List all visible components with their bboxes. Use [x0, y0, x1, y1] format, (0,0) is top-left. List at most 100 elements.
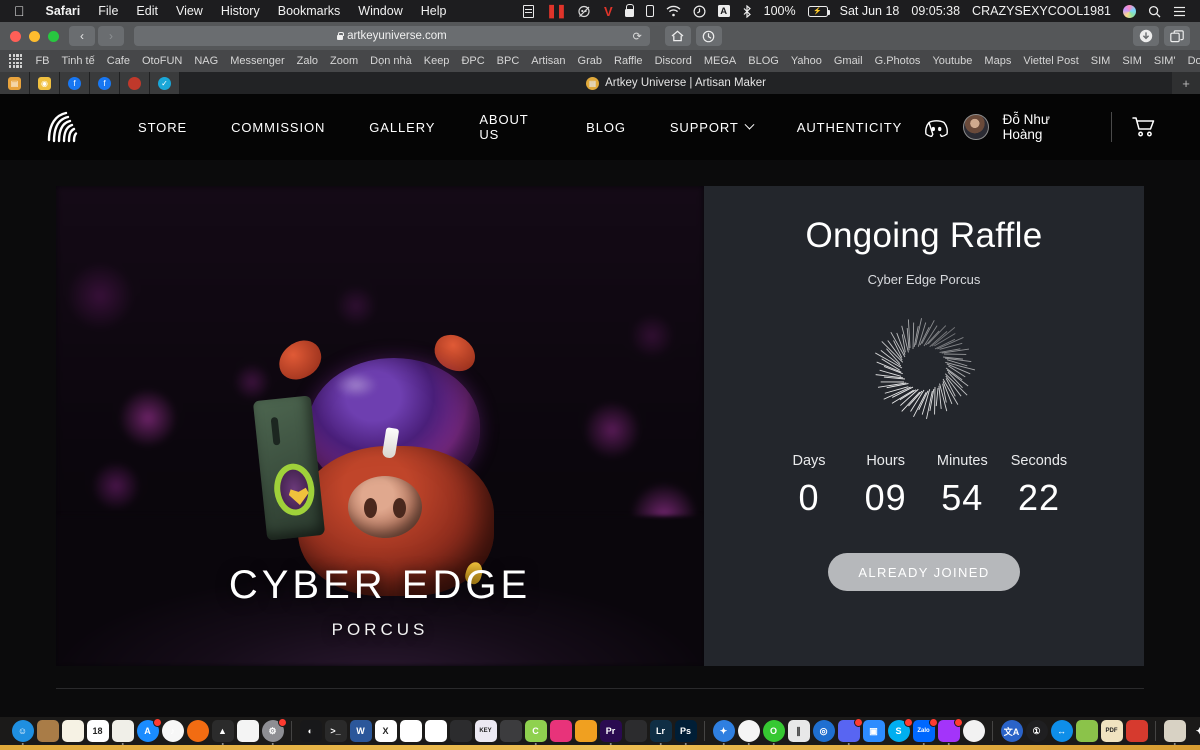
spotlight-search-icon[interactable] [1142, 5, 1167, 18]
dock-item-obs[interactable]: ◎ [812, 720, 835, 742]
dock-item-documents-folder[interactable] [1163, 720, 1186, 745]
dock-item-terminal[interactable]: >_ [324, 720, 347, 742]
dock-item-contacts[interactable] [36, 720, 59, 742]
pinned-tab-5[interactable] [120, 72, 150, 94]
dock-item-parallels[interactable]: ∥ [787, 720, 810, 742]
camera-off-icon[interactable] [572, 5, 598, 18]
dock-item-toolbox[interactable] [574, 720, 597, 742]
bookmark-otofun[interactable]: OtoFUN [136, 55, 188, 67]
dock-item-final-cut[interactable] [624, 720, 647, 742]
dock-item-skype[interactable]: S [887, 718, 913, 742]
artkey-fingerprint-logo[interactable] [44, 107, 84, 147]
pinned-tab-4[interactable]: f [90, 72, 120, 94]
dock-item-colors-app[interactable] [449, 720, 472, 742]
pinned-tab-6[interactable]: ✓ [150, 72, 180, 94]
dock-item-photos[interactable] [111, 720, 134, 745]
dock-item-messenger[interactable] [937, 718, 963, 745]
input-source-icon[interactable]: A [712, 5, 736, 17]
dock-item-outlook[interactable] [399, 720, 422, 742]
dock-item-discord[interactable] [837, 718, 863, 745]
dock-item-calendar[interactable]: 18 [86, 720, 109, 742]
dock-item-pages[interactable] [236, 720, 259, 742]
dock-item-chrome[interactable] [737, 720, 760, 745]
nav-link-commission[interactable]: COMMISSION [209, 120, 347, 135]
nav-link-authenticity[interactable]: AUTHENTICITY [775, 120, 924, 135]
cart-icon[interactable] [1132, 116, 1156, 138]
screen-record-icon[interactable] [517, 4, 540, 18]
new-tab-button[interactable]: + [1172, 72, 1200, 94]
pinned-tab-3[interactable]: f [60, 72, 90, 94]
bookmark-grab[interactable]: Grab [572, 55, 608, 67]
bookmark-gphotos[interactable]: G.Photos [869, 55, 927, 67]
dock-item-translate[interactable]: 文A [1000, 720, 1023, 742]
bookmark-maps[interactable]: Maps [978, 55, 1017, 67]
bookmark-discord[interactable]: Discord [649, 55, 698, 67]
apps-grid-icon[interactable] [9, 54, 23, 68]
tab-overview-icon[interactable] [1164, 26, 1190, 46]
dock-item-camtasia[interactable]: C [524, 720, 547, 745]
phone-icon[interactable] [640, 5, 660, 17]
history-icon[interactable] [695, 26, 722, 46]
menu-bar-username[interactable]: CRAZYSEXYCOOL1981 [966, 4, 1117, 18]
bookmark-cafe[interactable]: Cafe [101, 55, 136, 67]
bookmark-sim-2[interactable]: SIM [1116, 55, 1148, 67]
wifi-icon[interactable] [660, 5, 687, 17]
downloads-icon[interactable] [1133, 26, 1159, 46]
menu-item-file[interactable]: File [89, 4, 127, 18]
dock-item-excel[interactable]: X [374, 720, 397, 742]
globe-icon[interactable] [1117, 4, 1142, 18]
bookmark-tinhte[interactable]: Tinh tế [56, 55, 101, 67]
dock-item-mail-box[interactable] [1125, 720, 1148, 742]
bookmark-fb[interactable]: FB [29, 55, 55, 67]
dock-item-bluetooth-share[interactable]: ✦ [1188, 720, 1200, 742]
bookmark-mega[interactable]: MEGA [698, 55, 742, 67]
bookmark-nag[interactable]: NAG [188, 55, 224, 67]
maximize-window-button[interactable] [48, 30, 59, 42]
hero-artwork-image[interactable]: CYBER EDGE PORCUS [56, 186, 704, 666]
discord-icon[interactable] [924, 118, 949, 137]
dock-item-safari[interactable]: ✦ [712, 720, 735, 745]
menu-item-view[interactable]: View [167, 4, 212, 18]
active-tab[interactable]: ▦ Artkey Universe | Artisan Maker [180, 72, 1172, 94]
dock-item-unarchiver[interactable] [499, 720, 522, 742]
bookmark-viettel-post[interactable]: Viettel Post [1017, 55, 1084, 67]
reload-icon[interactable]: ⟳ [633, 30, 642, 43]
apple-menu-icon[interactable]:  [14, 4, 25, 18]
nav-link-support[interactable]: SUPPORT [648, 119, 775, 135]
bookmark-youtube[interactable]: Youtube [926, 55, 978, 67]
menu-item-edit[interactable]: Edit [127, 4, 167, 18]
minimize-window-button[interactable] [29, 30, 40, 42]
dock-item-itunes[interactable]: ♪ [161, 720, 184, 742]
bookmark-artisan[interactable]: Artisan [525, 55, 571, 67]
close-window-button[interactable] [10, 30, 21, 42]
account-username[interactable]: Đỗ Như Hoàng [1003, 112, 1091, 142]
menu-item-window[interactable]: Window [349, 4, 411, 18]
dock-item-keynote[interactable]: KEY [474, 720, 497, 742]
bookmark-dpc[interactable]: ĐPC [455, 55, 490, 67]
nav-link-gallery[interactable]: GALLERY [347, 120, 457, 135]
pause-icon[interactable]: ❚❚ [540, 3, 572, 19]
dock-item-lightroom[interactable]: Lr [649, 720, 672, 745]
lock-icon[interactable] [619, 4, 640, 17]
dock-item-finder[interactable]: ☺ [11, 720, 34, 745]
nav-link-store[interactable]: STORE [116, 120, 209, 135]
menu-item-help[interactable]: Help [412, 4, 456, 18]
forward-button[interactable]: › [98, 26, 124, 46]
dock-item-pdf-tool[interactable]: PDF [1100, 720, 1123, 742]
bookmark-keep[interactable]: Keep [418, 55, 456, 67]
pinned-tab-2[interactable]: ◉ [30, 72, 60, 94]
battery-icon[interactable]: ⚡ [802, 5, 834, 17]
dock-item-zalo[interactable]: Zalo [912, 718, 938, 745]
bookmark-raffle[interactable]: Raffle [608, 55, 649, 67]
dock-item-system-preferences[interactable]: ⚙ [261, 718, 287, 745]
bookmark-gmail[interactable]: Gmail [828, 55, 869, 67]
dock-item-notes[interactable] [61, 720, 84, 742]
bookmark-zalo[interactable]: Zalo [291, 55, 324, 67]
bookmark-messenger[interactable]: Messenger [224, 55, 290, 67]
pinned-tab-1[interactable]: ▤ [0, 72, 30, 94]
dock-item-opera[interactable]: O [762, 720, 785, 745]
bookmark-sim-3[interactable]: SIM' [1148, 55, 1182, 67]
dock-item-keynote-deck[interactable] [424, 720, 447, 742]
dock-item-app-store[interactable]: A [136, 718, 162, 742]
v-icon[interactable]: V [598, 4, 619, 19]
